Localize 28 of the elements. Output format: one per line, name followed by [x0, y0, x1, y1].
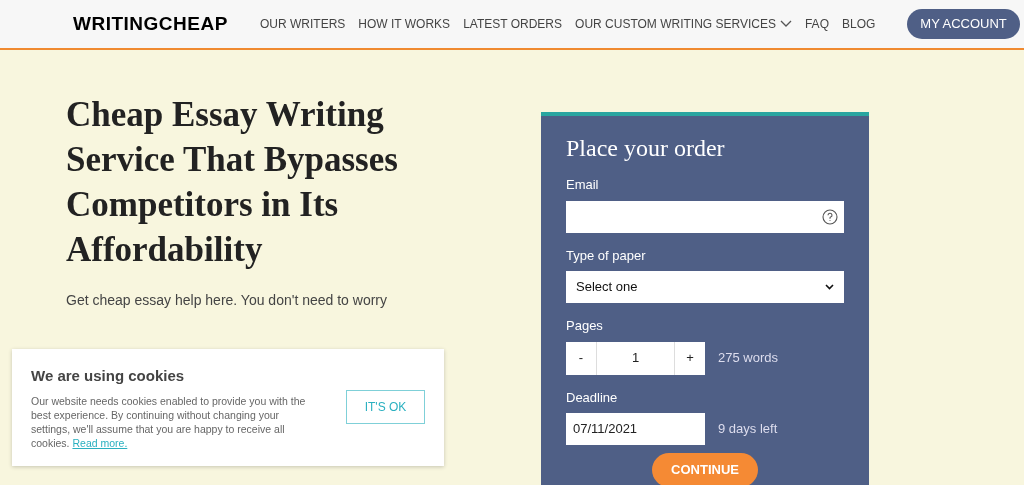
nav-link[interactable]: BLOG [841, 15, 876, 33]
caret-icon [825, 284, 834, 290]
cookie-text: Our website needs cookies enabled to provide you with the best experience. By continuing without changing your settings, we'll assume that you are happy to receive all cookies. Read more. [31, 393, 307, 450]
field-label: Deadline [566, 388, 619, 407]
logo[interactable]: WRITINGCHEAP [73, 9, 243, 39]
panel-title: Place your order [566, 134, 726, 162]
nav-link[interactable]: OUR CUSTOM WRITING SERVICES [575, 15, 792, 33]
days-left: 9 days left [718, 420, 778, 439]
nav-link[interactable]: LATEST ORDERS [463, 15, 563, 33]
email-field[interactable] [566, 200, 844, 233]
help-icon[interactable] [822, 208, 838, 225]
field-label: Type of paper [566, 246, 647, 265]
paper-type-select[interactable]: Select one [566, 271, 844, 303]
cookie-title: We are using cookies [31, 366, 186, 386]
account-button[interactable]: MY ACCOUNT [907, 9, 1020, 39]
caret-icon [779, 20, 792, 28]
word-count: 275 words [718, 349, 778, 368]
nav-link[interactable]: OUR WRITERS [260, 15, 346, 33]
increment-button[interactable]: + [674, 341, 705, 375]
pages-field[interactable]: 1 [597, 341, 674, 375]
deadline-field[interactable]: 07/11/2021 [566, 413, 705, 445]
decrement-button[interactable]: - [566, 341, 597, 375]
field-label: Pages [566, 317, 604, 335]
field-label: Email [566, 176, 600, 194]
intro-text: Get cheap essay help here. You don't need to worry [66, 291, 388, 310]
nav-link[interactable]: FAQ [804, 15, 829, 33]
hero-title: Cheap Essay Writing Service That Bypasses Competitors in Its Affordability [66, 94, 399, 271]
nav-link[interactable]: HOW IT WORKS [358, 15, 451, 33]
